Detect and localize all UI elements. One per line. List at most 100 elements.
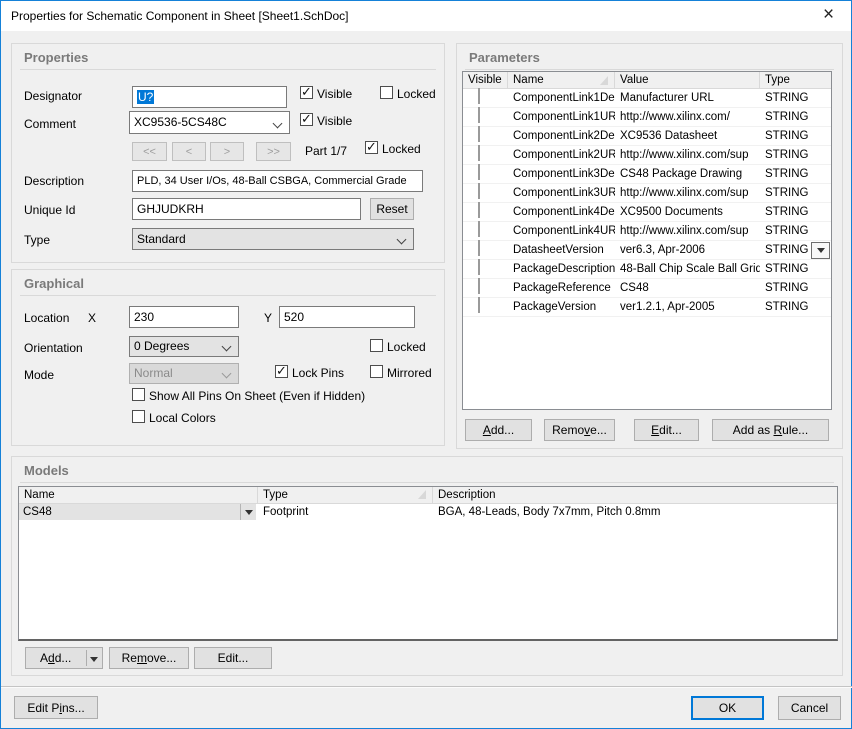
close-icon: × xyxy=(823,4,834,25)
comment-value: XC9536-5CS48C xyxy=(134,115,227,129)
group-rule xyxy=(465,69,834,70)
models-table-header[interactable]: Name Type Description xyxy=(19,487,837,504)
sort-ascending-icon xyxy=(418,490,426,499)
part-prev-button[interactable]: < xyxy=(172,142,206,161)
parameters-table-header[interactable]: Visible Name Value Type xyxy=(463,72,831,89)
add-as-rule-button[interactable]: Add as Rule... xyxy=(712,419,829,441)
local-colors-checkbox[interactable] xyxy=(132,410,145,423)
reset-button[interactable]: Reset xyxy=(370,198,414,220)
models-add-button[interactable]: Add... xyxy=(25,647,103,669)
group-rule xyxy=(20,295,436,296)
part-last-button[interactable]: >> xyxy=(256,142,291,161)
location-y-input[interactable]: 520 xyxy=(279,306,415,328)
titlebar: Properties for Schematic Component in Sh… xyxy=(1,1,851,31)
type-combobox[interactable]: Standard xyxy=(132,228,414,250)
designator-input[interactable]: U? xyxy=(132,86,287,108)
graphical-locked-label: Locked xyxy=(387,340,426,354)
visible-checkbox[interactable] xyxy=(478,126,480,142)
visible-checkbox[interactable] xyxy=(478,297,480,313)
parameter-row[interactable]: ComponentLink2UR http://www.xilinx.com/s… xyxy=(463,146,831,165)
visible-checkbox[interactable] xyxy=(478,221,480,237)
show-all-pins-checkbox[interactable] xyxy=(132,388,145,401)
column-header-type[interactable]: Type xyxy=(760,72,831,88)
models-table: Name Type Description CS48 Footprint BGA… xyxy=(18,486,838,641)
description-input[interactable]: PLD, 34 User I/Os, 48-Ball CSBGA, Commer… xyxy=(132,170,423,192)
model-name-combobox[interactable]: CS48 xyxy=(19,504,256,520)
comment-visible-checkbox[interactable] xyxy=(300,113,313,126)
parameter-row[interactable]: ComponentLink4De XC9500 Documents STRING xyxy=(463,203,831,222)
properties-dialog: Properties for Schematic Component in Sh… xyxy=(0,0,852,729)
parameter-row[interactable]: PackageReference CS48 STRING xyxy=(463,279,831,298)
model-row[interactable]: CS48 Footprint BGA, 48-Leads, Body 7x7mm… xyxy=(19,504,837,521)
edit-pins-button[interactable]: Edit Pins... xyxy=(14,696,98,719)
column-header-type[interactable]: Type xyxy=(258,487,433,503)
parameter-row[interactable]: ComponentLink3UR http://www.xilinx.com/s… xyxy=(463,184,831,203)
location-x-label: X xyxy=(88,311,96,325)
mode-combobox: Normal xyxy=(129,363,239,384)
parameters-edit-button[interactable]: Edit... xyxy=(634,419,699,441)
dropdown-arrow-icon xyxy=(245,510,253,515)
visible-checkbox[interactable] xyxy=(478,202,480,218)
parameter-row[interactable]: ComponentLink2De XC9536 Datasheet STRING xyxy=(463,127,831,146)
parameters-add-button[interactable]: Add... xyxy=(465,419,532,441)
orientation-combobox[interactable]: 0 Degrees xyxy=(129,336,239,357)
part-next-button[interactable]: > xyxy=(210,142,244,161)
parameter-row[interactable]: ComponentLink1De Manufacturer URL STRING xyxy=(463,89,831,108)
column-header-visible[interactable]: Visible xyxy=(463,72,508,88)
column-header-description[interactable]: Description xyxy=(433,487,837,503)
close-button[interactable]: × xyxy=(806,1,851,31)
orientation-value: 0 Degrees xyxy=(134,339,189,353)
models-edit-button[interactable]: Edit... xyxy=(194,647,272,669)
visible-checkbox[interactable] xyxy=(478,164,480,180)
window-title: Properties for Schematic Component in Sh… xyxy=(11,1,349,31)
part-first-button[interactable]: << xyxy=(132,142,167,161)
type-label: Type xyxy=(24,233,50,247)
ok-button[interactable]: OK xyxy=(691,696,764,720)
mode-value: Normal xyxy=(134,366,173,380)
parameters-remove-button[interactable]: Remove... xyxy=(544,419,615,441)
column-header-value[interactable]: Value xyxy=(615,72,760,88)
dropdown-button[interactable] xyxy=(240,504,256,520)
row-dropdown-button[interactable] xyxy=(811,242,830,259)
designator-locked-label: Locked xyxy=(397,87,436,101)
visible-checkbox[interactable] xyxy=(478,240,480,256)
location-y-label: Y xyxy=(264,311,272,325)
visible-checkbox[interactable] xyxy=(478,145,480,161)
split-button-divider xyxy=(86,650,87,666)
properties-group: Properties Designator U? Visible Locked … xyxy=(11,43,445,263)
parameter-row[interactable]: ComponentLink4UR http://www.xilinx.com/s… xyxy=(463,222,831,241)
dropdown-arrow-icon xyxy=(817,248,825,253)
designator-locked-checkbox[interactable] xyxy=(380,86,393,99)
graphical-locked-checkbox[interactable] xyxy=(370,339,383,352)
description-label: Description xyxy=(24,174,84,188)
parameter-row[interactable]: ComponentLink3De CS48 Package Drawing ST… xyxy=(463,165,831,184)
group-rule xyxy=(20,482,834,483)
properties-caption: Properties xyxy=(24,50,88,65)
location-x-input[interactable]: 230 xyxy=(129,306,239,328)
lock-pins-checkbox[interactable] xyxy=(275,365,288,378)
column-header-name[interactable]: Name xyxy=(508,72,615,88)
models-remove-button[interactable]: Remove... xyxy=(109,647,189,669)
parameter-row[interactable]: DatasheetVersion ver6.3, Apr-2006 STRING xyxy=(463,241,831,260)
parameter-row[interactable]: PackageVersion ver1.2.1, Apr-2005 STRING xyxy=(463,298,831,317)
visible-checkbox[interactable] xyxy=(478,183,480,199)
visible-checkbox[interactable] xyxy=(478,259,480,275)
unique-id-input[interactable]: GHJUDKRH xyxy=(132,198,361,220)
parameters-group: Parameters Visible Name Value Type Compo… xyxy=(456,43,843,449)
comment-combobox[interactable]: XC9536-5CS48C xyxy=(129,111,290,134)
parameter-row[interactable]: PackageDescription 48-Ball Chip Scale Ba… xyxy=(463,260,831,279)
part-locked-checkbox[interactable] xyxy=(365,141,378,154)
part-locked-label: Locked xyxy=(382,142,421,156)
visible-checkbox[interactable] xyxy=(478,88,480,104)
dropdown-arrow-icon[interactable] xyxy=(90,657,98,662)
mirrored-checkbox[interactable] xyxy=(370,365,383,378)
designator-visible-label: Visible xyxy=(317,87,352,101)
column-header-name[interactable]: Name xyxy=(19,487,258,503)
visible-checkbox[interactable] xyxy=(478,278,480,294)
models-group: Models Name Type Description CS48 Footpr… xyxy=(11,456,843,676)
designator-visible-checkbox[interactable] xyxy=(300,86,313,99)
orientation-label: Orientation xyxy=(24,341,83,355)
parameter-row[interactable]: ComponentLink1UR http://www.xilinx.com/ … xyxy=(463,108,831,127)
cancel-button[interactable]: Cancel xyxy=(778,696,841,720)
visible-checkbox[interactable] xyxy=(478,107,480,123)
